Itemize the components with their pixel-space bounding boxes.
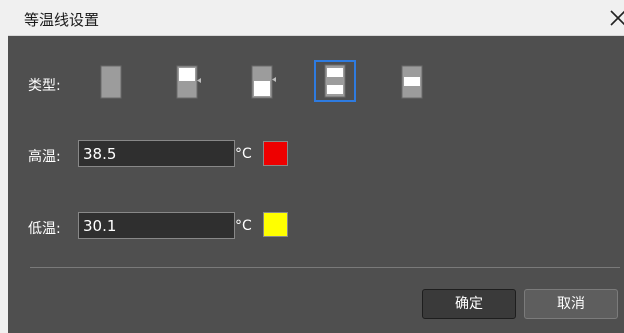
close-icon[interactable]: [604, 4, 624, 32]
cancel-button[interactable]: 取消: [524, 289, 618, 319]
title-bar: 等温线设置: [8, 0, 624, 36]
high-temp-color-swatch[interactable]: [263, 141, 288, 166]
low-temp-label: 低温:: [28, 221, 61, 237]
isotherm-type-middle-band-icon: [401, 65, 423, 99]
dialog-title: 等温线设置: [24, 11, 100, 29]
high-temp-input[interactable]: [78, 140, 235, 167]
isotherm-type-full-bar-icon: [100, 65, 122, 99]
high-temp-unit: °C: [235, 146, 252, 162]
type-label: 类型:: [28, 78, 61, 94]
type-option-split[interactable]: [314, 60, 356, 102]
type-option-top-white[interactable]: [176, 65, 202, 99]
low-temp-color-swatch[interactable]: [263, 212, 288, 237]
type-option-bottom-white[interactable]: [251, 65, 277, 99]
isotherm-settings-dialog: 等温线设置 类型: 高温: 38.5 °C 低温: 30.1 °C 确定 取消: [0, 0, 624, 333]
type-option-middle-band[interactable]: [401, 65, 423, 99]
ok-button[interactable]: 确定: [422, 289, 516, 319]
high-temp-label: 高温:: [28, 149, 61, 165]
low-temp-input[interactable]: [78, 212, 235, 239]
isotherm-type-top-white-arrow-icon: [176, 65, 201, 99]
isotherm-type-bottom-white-arrow-icon: [251, 65, 276, 99]
low-temp-unit: °C: [235, 218, 252, 234]
type-option-full-bar[interactable]: [100, 65, 122, 99]
isotherm-type-split-white-icon: [324, 64, 346, 98]
divider: [30, 267, 620, 268]
